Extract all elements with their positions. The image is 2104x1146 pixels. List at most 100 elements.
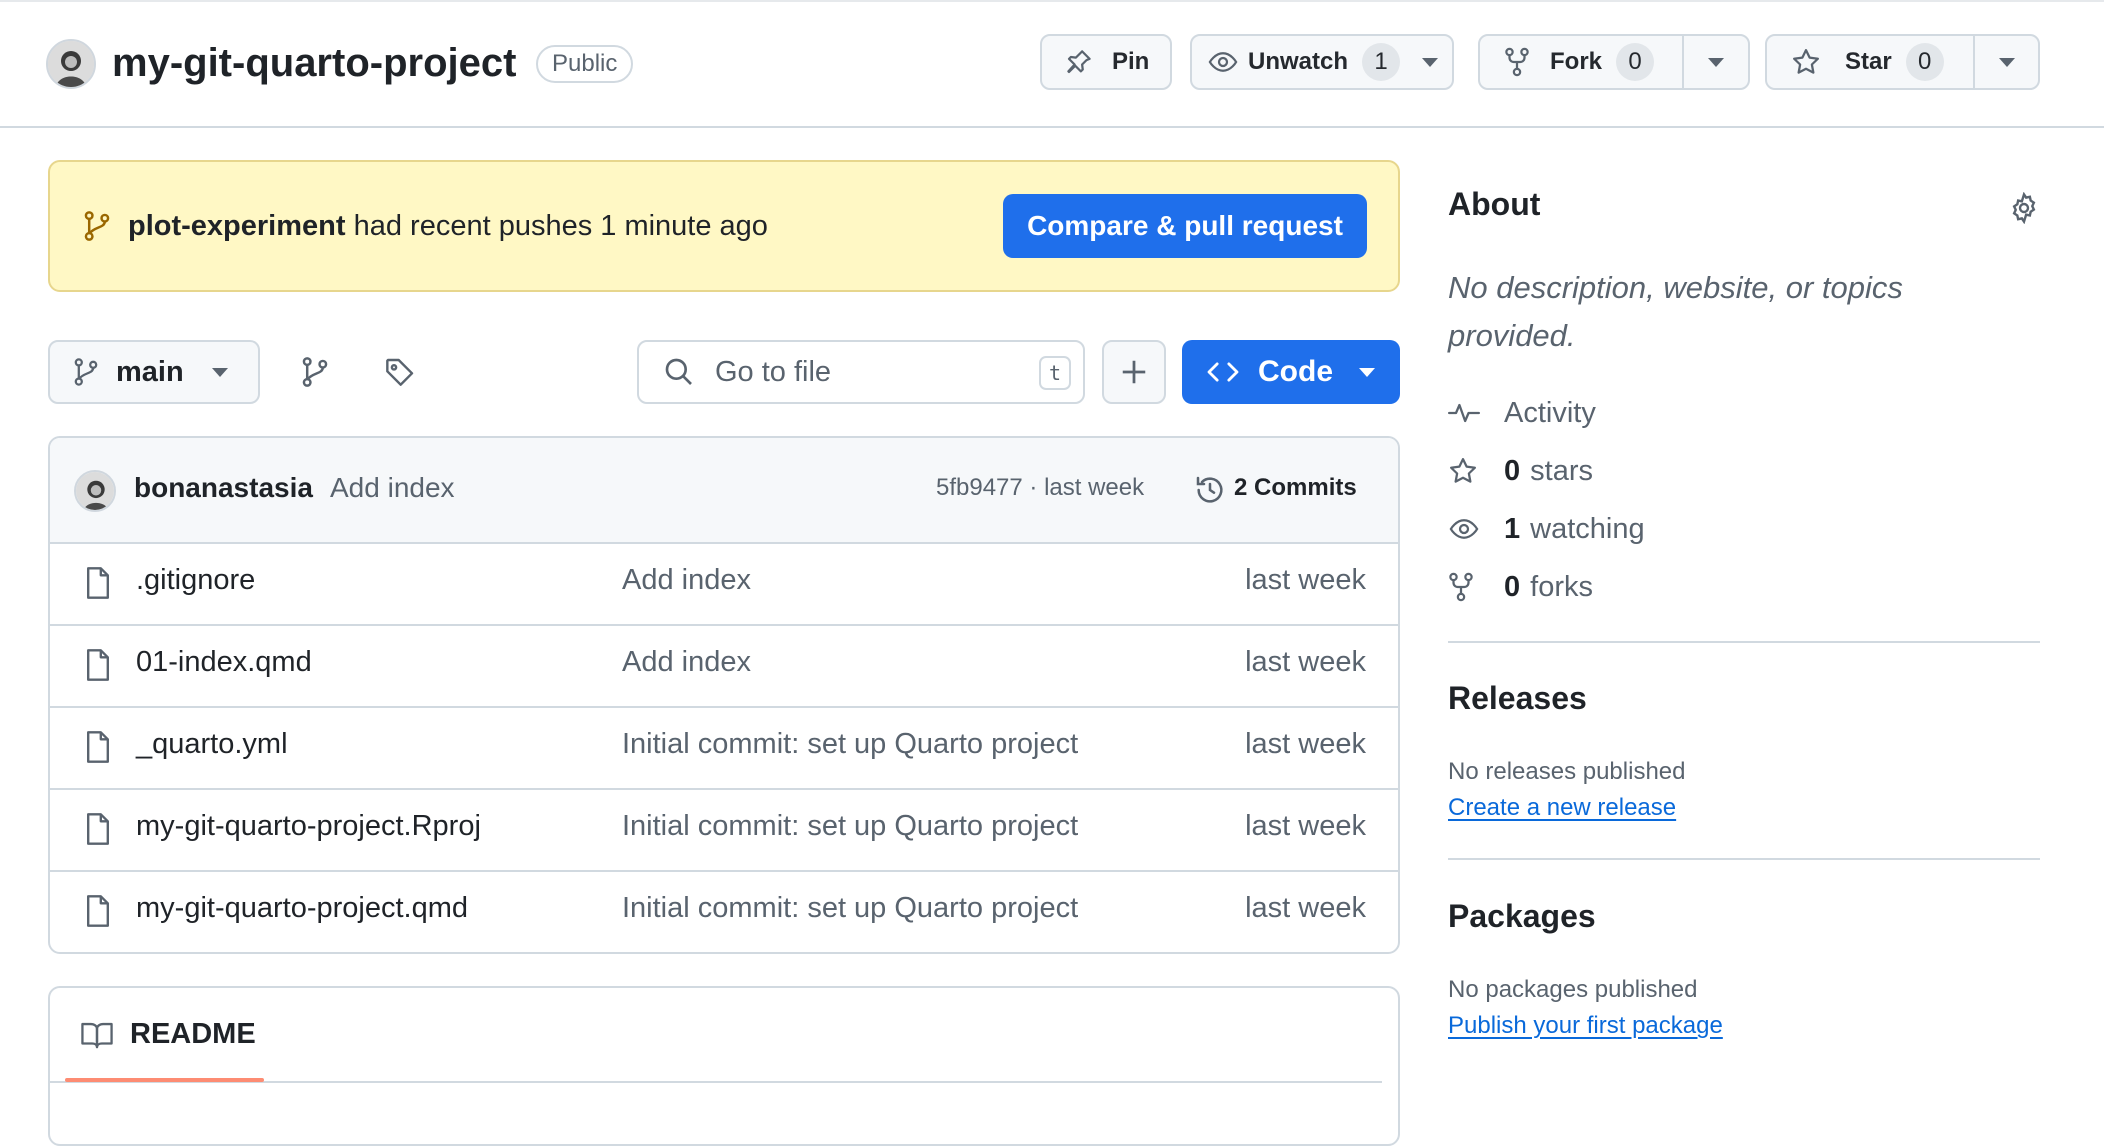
table-row[interactable]: _quarto.yml Initial commit: set up Quart… xyxy=(50,706,1398,788)
watch-count: 1 xyxy=(1362,43,1401,81)
star-label: Star xyxy=(1845,48,1892,75)
about-description: No description, website, or topics provi… xyxy=(1448,270,1903,353)
packages-empty-text: No packages published xyxy=(1448,976,1698,1003)
history-icon xyxy=(1194,474,1226,506)
file-icon xyxy=(84,648,112,682)
watching-label: watching xyxy=(1530,512,1645,545)
fork-button[interactable]: Fork 0 xyxy=(1480,36,1682,88)
star-button-group[interactable]: Star 0 xyxy=(1765,34,2040,90)
author-avatar[interactable] xyxy=(74,470,116,512)
file-icon xyxy=(84,894,112,928)
publish-package-link[interactable]: Publish your first package xyxy=(1448,1012,1723,1040)
code-icon xyxy=(1206,358,1240,386)
file-commit-time: last week xyxy=(1245,892,1366,924)
releases-heading[interactable]: Releases xyxy=(1448,680,1587,717)
file-icon xyxy=(84,730,112,764)
fork-count: 0 xyxy=(1616,43,1655,81)
file-icon xyxy=(84,812,112,846)
plus-icon xyxy=(1119,357,1149,387)
unwatch-button[interactable]: Unwatch 1 xyxy=(1190,34,1454,90)
table-row[interactable]: my-git-quarto-project.qmd Initial commit… xyxy=(50,870,1398,952)
star-button[interactable]: Star 0 xyxy=(1767,36,1973,88)
fork-label: Fork xyxy=(1550,48,1603,75)
gear-icon[interactable] xyxy=(2008,192,2040,224)
pin-label: Pin xyxy=(1112,48,1150,75)
about-heading: About xyxy=(1448,186,1541,222)
file-commit-message[interactable]: Add index xyxy=(622,564,751,597)
chevron-down-icon xyxy=(1359,367,1375,377)
book-icon xyxy=(80,1020,114,1050)
file-icon xyxy=(84,566,112,600)
file-name[interactable]: my-git-quarto-project.Rproj xyxy=(136,810,481,843)
file-name[interactable]: my-git-quarto-project.qmd xyxy=(136,892,468,925)
owner-avatar[interactable] xyxy=(46,39,96,89)
fork-dropdown[interactable] xyxy=(1682,36,1742,88)
go-to-file-input[interactable]: Go to file t xyxy=(637,340,1085,404)
file-commit-message[interactable]: Add index xyxy=(622,646,751,679)
branch-name: main xyxy=(116,355,184,388)
tag-icon[interactable] xyxy=(384,356,416,388)
pin-icon xyxy=(1064,47,1094,77)
commit-message[interactable]: Add index xyxy=(330,472,455,504)
packages-heading[interactable]: Packages xyxy=(1448,898,1596,935)
star-dropdown[interactable] xyxy=(1973,36,2033,88)
star-count: 0 xyxy=(1905,43,1944,81)
forks-link[interactable]: 0 forks xyxy=(1448,567,1593,607)
pulse-icon xyxy=(1448,399,1482,427)
file-table: bonanastasia Add index 5fb9477 · last we… xyxy=(48,436,1400,954)
branches-icon[interactable] xyxy=(302,356,328,388)
file-name[interactable]: 01-index.qmd xyxy=(136,646,312,679)
table-row[interactable]: .gitignore Add index last week xyxy=(50,542,1398,624)
search-placeholder: Go to file xyxy=(715,355,832,388)
watching-link[interactable]: 1 watching xyxy=(1448,509,1645,549)
readme-tab[interactable]: README xyxy=(130,1018,256,1051)
commit-sha-time[interactable]: 5fb9477 · last week xyxy=(936,474,1144,502)
fork-button-group[interactable]: Fork 0 xyxy=(1478,34,1750,90)
forks-label: forks xyxy=(1530,570,1593,603)
banner-message: had recent pushes 1 minute ago xyxy=(345,210,768,242)
unwatch-label: Unwatch xyxy=(1248,48,1349,75)
chevron-down-icon xyxy=(1708,57,1724,67)
repo-name[interactable]: my-git-quarto-project xyxy=(112,38,516,88)
file-commit-message[interactable]: Initial commit: set up Quarto project xyxy=(622,728,1078,761)
add-file-button[interactable] xyxy=(1102,340,1166,404)
readme-tab-underline xyxy=(65,1078,264,1082)
forks-count: 0 xyxy=(1504,570,1521,603)
stars-link[interactable]: 0 stars xyxy=(1448,451,1593,491)
activity-link[interactable]: Activity xyxy=(1448,393,1596,433)
code-button[interactable]: Code xyxy=(1182,340,1400,404)
code-label: Code xyxy=(1258,355,1333,388)
table-row[interactable]: my-git-quarto-project.Rproj Initial comm… xyxy=(50,788,1398,870)
create-release-link[interactable]: Create a new release xyxy=(1448,794,1676,822)
chevron-down-icon xyxy=(211,367,228,377)
file-name[interactable]: _quarto.yml xyxy=(136,728,288,761)
keyboard-shortcut-hint: t xyxy=(1039,356,1071,390)
file-name[interactable]: .gitignore xyxy=(136,564,255,597)
chevron-down-icon[interactable] xyxy=(1422,57,1439,67)
commits-link[interactable]: 2 Commits xyxy=(1234,474,1357,502)
watching-count: 1 xyxy=(1504,512,1521,545)
releases-empty-text: No releases published xyxy=(1448,758,1686,785)
eye-icon xyxy=(1208,47,1238,77)
table-row[interactable]: 01-index.qmd Add index last week xyxy=(50,624,1398,706)
file-commit-time: last week xyxy=(1245,728,1366,760)
banner-branch-name[interactable]: plot-experiment xyxy=(128,210,346,242)
file-commit-message[interactable]: Initial commit: set up Quarto project xyxy=(622,810,1078,843)
stars-label: stars xyxy=(1530,454,1593,487)
commit-author[interactable]: bonanastasia xyxy=(134,472,313,504)
banner-text: plot-experiment had recent pushes 1 minu… xyxy=(128,204,768,248)
file-commit-message[interactable]: Initial commit: set up Quarto project xyxy=(622,892,1078,925)
compare-pull-request-button[interactable]: Compare & pull request xyxy=(1003,194,1367,258)
star-icon xyxy=(1448,456,1482,486)
sidebar-divider xyxy=(1448,858,2040,860)
search-icon xyxy=(663,356,695,388)
file-commit-time: last week xyxy=(1245,646,1366,678)
pin-button[interactable]: Pin xyxy=(1040,34,1172,90)
file-commit-time: last week xyxy=(1245,564,1366,596)
activity-label: Activity xyxy=(1504,396,1596,429)
branch-select[interactable]: main xyxy=(48,340,260,404)
fork-icon xyxy=(1448,572,1482,602)
eye-icon xyxy=(1448,514,1482,544)
sidebar-divider xyxy=(1448,641,2040,643)
fork-icon xyxy=(1504,47,1530,77)
